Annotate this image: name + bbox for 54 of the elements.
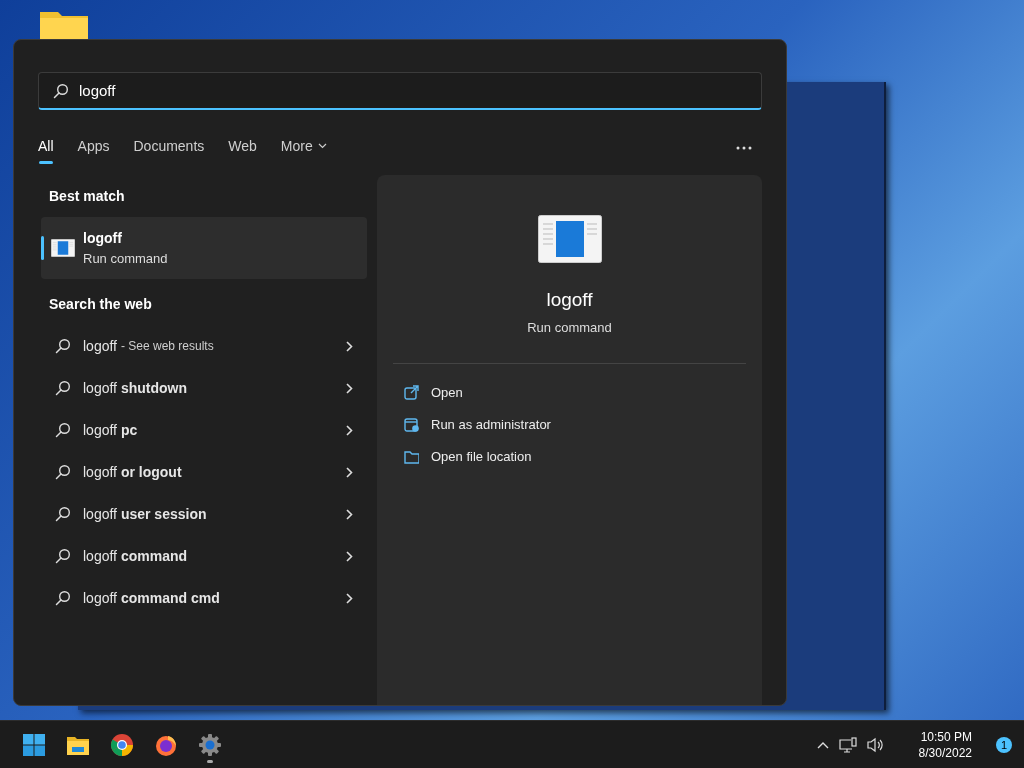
chevron-right-icon[interactable]	[346, 424, 353, 436]
search-icon	[55, 380, 71, 396]
chevron-down-icon	[317, 143, 327, 149]
web-result-link[interactable]: logoff user session	[83, 506, 207, 522]
app-window-icon	[537, 215, 602, 263]
chevron-right-icon[interactable]	[346, 382, 353, 394]
web-result-hint: - See web results	[121, 339, 214, 353]
more-options-icon[interactable]	[736, 146, 752, 150]
app-window-icon	[51, 239, 75, 257]
action-link[interactable]: Open	[393, 376, 746, 408]
action-link[interactable]: Run as administrator	[393, 408, 746, 440]
web-result-link[interactable]: logoff shutdown	[83, 380, 187, 396]
web-result-link[interactable]: logoff command cmd	[83, 590, 220, 606]
search-icon	[55, 506, 71, 522]
network-monitor-icon[interactable]	[838, 736, 857, 753]
filter-tab[interactable]: All	[26, 132, 66, 164]
filter-tab[interactable]: Documents	[121, 132, 217, 164]
shield-window-icon	[404, 416, 419, 432]
filter-tab[interactable]: Apps	[65, 132, 122, 164]
folder-icon	[404, 448, 419, 464]
search-icon	[55, 338, 71, 354]
chevron-right-icon[interactable]	[346, 550, 353, 562]
preview-subtitle: Run command	[527, 320, 612, 335]
web-result-link[interactable]: logoff or logout	[83, 464, 182, 480]
clock[interactable]: 10:50 PM 8/30/2022	[912, 727, 978, 762]
speaker-icon[interactable]	[866, 736, 885, 753]
preview-title: logoff	[546, 289, 593, 311]
chevron-right-icon[interactable]	[346, 466, 353, 478]
search-icon	[55, 422, 71, 438]
running-indicator	[207, 759, 213, 763]
section-heading: Best match	[49, 188, 126, 204]
search-input[interactable]: logoff	[79, 82, 747, 99]
gear-icon	[198, 732, 222, 757]
chevron-up-icon[interactable]	[816, 740, 829, 749]
search-icon	[53, 82, 69, 99]
section-heading: Search the web	[49, 296, 153, 312]
search-icon	[55, 548, 71, 564]
windows-start-icon	[22, 732, 46, 757]
notification-badge[interactable]: 1	[996, 736, 1012, 753]
more-dropdown[interactable]: More	[268, 132, 339, 164]
open-external-icon	[404, 384, 419, 400]
web-result-link[interactable]: logoff command	[83, 548, 187, 564]
chevron-right-icon[interactable]	[346, 592, 353, 604]
best-match-item[interactable]: logoff Run command	[41, 217, 367, 279]
web-result-link[interactable]: logoff	[83, 338, 117, 354]
search-icon	[55, 464, 71, 480]
action-link[interactable]: Open file location	[393, 440, 746, 472]
filter-tab[interactable]: Web	[216, 132, 269, 164]
search-icon	[55, 590, 71, 606]
chrome-icon	[110, 732, 134, 757]
web-result-link[interactable]: logoff pc	[83, 422, 138, 438]
chevron-right-icon[interactable]	[346, 508, 353, 520]
search-field[interactable]: logoff	[38, 72, 762, 110]
chevron-right-icon[interactable]	[346, 340, 353, 352]
